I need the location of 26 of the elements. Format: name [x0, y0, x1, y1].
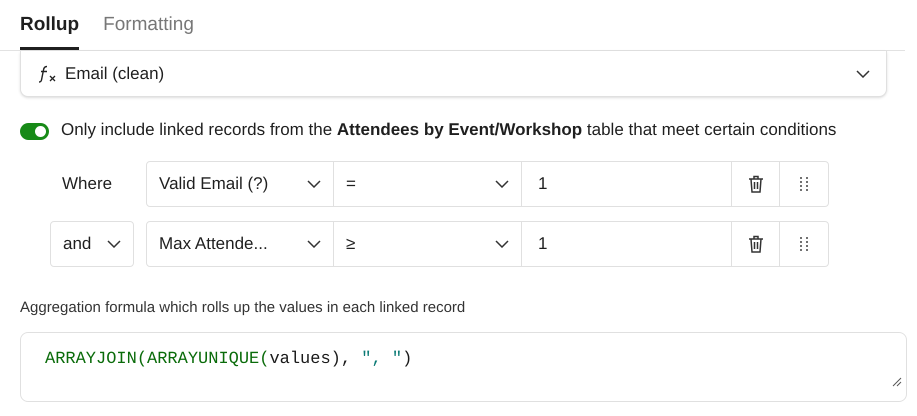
formula-label: Aggregation formula which rolls up the values in each linked record: [20, 298, 466, 318]
drag-icon: [800, 237, 808, 251]
value-input[interactable]: 1: [522, 222, 732, 266]
chevron-down-icon: [856, 70, 870, 78]
formula-editor[interactable]: ARRAYJOIN(ARRAYUNIQUE(values), ", "): [20, 332, 907, 402]
tab[interactable]: Formatting: [103, 10, 194, 50]
value-input[interactable]: 1: [522, 162, 732, 206]
toggle-switch[interactable]: [20, 123, 49, 140]
resize-handle-icon: [892, 376, 902, 386]
operator-select[interactable]: ≥: [334, 222, 522, 266]
field-select[interactable]: Max Attende...: [147, 222, 334, 266]
chevron-down-icon: [107, 240, 121, 248]
chevron-down-icon: [307, 180, 321, 188]
chevron-down-icon: [495, 180, 509, 188]
formula-icon: [37, 64, 57, 82]
drag-icon: [800, 177, 808, 191]
filter-description: Only include linked records from the Attendees by Event/Workshop table that meet certain conditions: [61, 119, 838, 141]
trash-icon: [748, 175, 764, 193]
chevron-down-icon: [307, 240, 321, 248]
trash-icon: [748, 235, 764, 253]
operator-select[interactable]: =: [334, 162, 522, 206]
field-select[interactable]: Valid Email (?): [147, 162, 334, 206]
field-select[interactable]: Email (clean): [20, 51, 887, 97]
conjunction-select[interactable]: and: [50, 221, 134, 267]
where-label: Where: [62, 173, 112, 196]
chevron-down-icon: [495, 240, 509, 248]
